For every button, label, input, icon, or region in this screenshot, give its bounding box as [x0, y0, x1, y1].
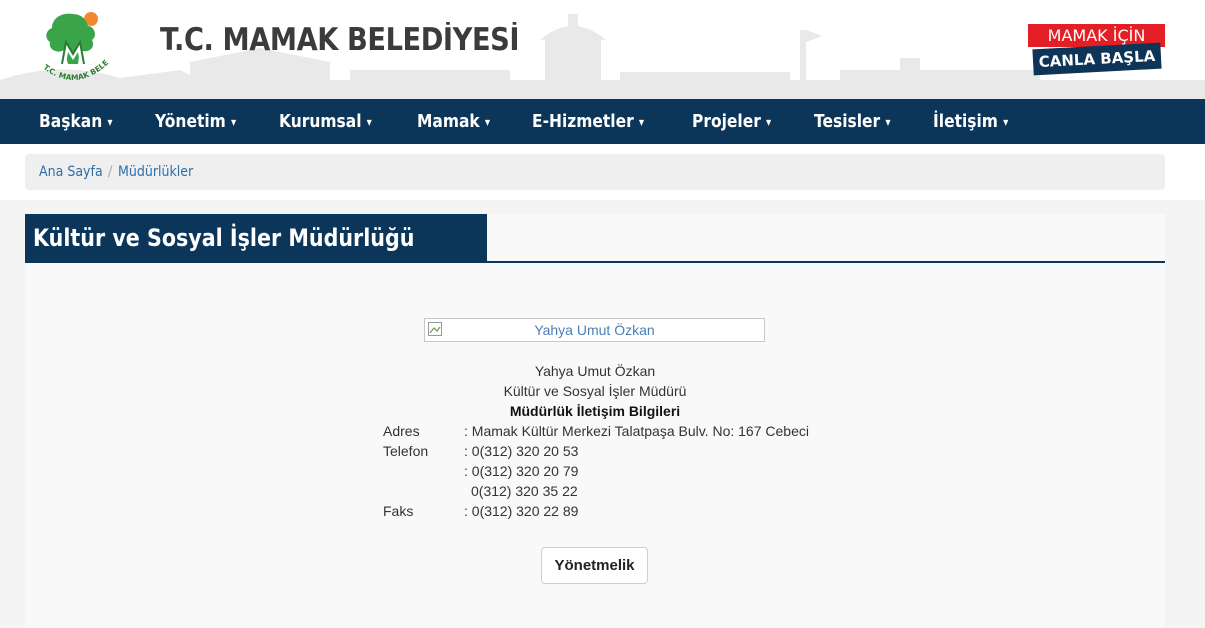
photo-alt-text: Yahya Umut Özkan	[534, 322, 655, 338]
chevron-down-icon: ▾	[366, 114, 372, 129]
regulation-button[interactable]: Yönetmelik	[541, 547, 648, 584]
chevron-down-icon: ▾	[107, 114, 113, 129]
breadcrumb-container: Ana Sayfa / Müdürlükler	[0, 144, 1205, 200]
fax-value: : 0(312) 320 22 89	[464, 503, 579, 519]
nav-item-mamak[interactable]: Mamak ▾	[417, 111, 490, 132]
nav-item-label: Mamak	[416, 111, 480, 132]
nav-item-kurumsal[interactable]: Kurumsal ▾	[279, 111, 372, 132]
broken-image-icon	[428, 322, 442, 336]
nav-item-label: İletişim	[933, 111, 999, 132]
phone-value-2: : 0(312) 320 20 79	[464, 463, 579, 479]
main-navigation: Başkan ▾ Yönetim ▾ Kurumsal ▾ Mamak ▾ E-Hizm…	[0, 99, 1205, 144]
nav-item-yonetim[interactable]: Yönetim ▾	[155, 111, 236, 132]
chevron-down-icon: ▾	[230, 114, 236, 129]
chevron-down-icon: ▾	[885, 114, 891, 129]
contact-title: Müdürlük İletişim Bilgileri	[509, 403, 681, 419]
chevron-down-icon: ▾	[638, 114, 644, 129]
breadcrumb-current-link[interactable]: Müdürlükler	[118, 164, 193, 180]
phone-label: Telefon	[383, 443, 429, 459]
breadcrumb-home-link[interactable]: Ana Sayfa	[39, 164, 103, 180]
address-label: Adres	[383, 423, 420, 439]
page-gutter	[1165, 200, 1205, 628]
page-title: Kültür ve Sosyal İşler Müdürlüğü	[25, 214, 487, 262]
chevron-down-icon: ▾	[1003, 114, 1009, 129]
director-photo: Yahya Umut Özkan	[424, 318, 765, 342]
chevron-down-icon: ▾	[766, 114, 772, 129]
nav-item-label: E-Hizmetler	[531, 111, 634, 132]
director-name: Yahya Umut Özkan	[534, 363, 656, 379]
nav-item-tesisler[interactable]: Tesisler ▾	[814, 111, 891, 132]
nav-item-e-hizmetler[interactable]: E-Hizmetler ▾	[532, 111, 644, 132]
fax-label: Faks	[383, 503, 414, 519]
nav-item-projeler[interactable]: Projeler ▾	[692, 111, 771, 132]
nav-item-label: Kurumsal	[278, 111, 362, 132]
slogan-bottom-text: CANLA BAŞLA	[1032, 42, 1162, 76]
content-card: Kültür ve Sosyal İşler Müdürlüğü Yahya U…	[25, 214, 1165, 628]
address-value: : Mamak Kültür Merkezi Talatpaşa Bulv. N…	[464, 423, 809, 439]
breadcrumb: Ana Sayfa / Müdürlükler	[25, 154, 1165, 190]
nav-item-iletisim[interactable]: İletişim ▾	[933, 111, 1008, 132]
municipality-logo: T.C. MAMAK BELEDİYESİ	[32, 6, 110, 82]
director-role: Kültür ve Sosyal İşler Müdürü	[503, 383, 687, 399]
nav-item-label: Projeler	[692, 111, 762, 132]
phone-value-3: 0(312) 320 35 22	[471, 483, 578, 499]
nav-item-baskan[interactable]: Başkan ▾	[39, 111, 113, 132]
chevron-down-icon: ▾	[484, 114, 490, 129]
heading-underline: Kültür ve Sosyal İşler Müdürlüğü	[25, 214, 1165, 263]
phone-value-1: : 0(312) 320 20 53	[464, 443, 579, 459]
slogan-banner[interactable]: MAMAK İÇİN CANLA BAŞLA	[1028, 24, 1165, 76]
nav-item-label: Başkan	[39, 111, 103, 132]
nav-item-label: Yönetim	[154, 111, 226, 132]
nav-item-label: Tesisler	[814, 111, 881, 132]
site-header: T.C. MAMAK BELEDİYESİ T.C. MAMAK BELEDİY…	[0, 0, 1205, 99]
site-title[interactable]: T.C. MAMAK BELEDİYESİ	[160, 22, 519, 58]
breadcrumb-separator: /	[107, 164, 113, 180]
